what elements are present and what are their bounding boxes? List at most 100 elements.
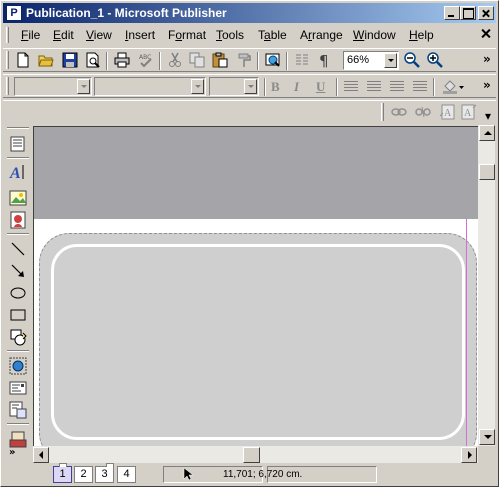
save-icon[interactable] xyxy=(62,52,78,68)
objects-toolbar-grip[interactable] xyxy=(7,127,29,129)
toolbar-separator xyxy=(257,52,259,70)
toolbar-separator xyxy=(264,78,266,96)
columns-icon[interactable] xyxy=(294,52,310,68)
scroll-right-button[interactable] xyxy=(461,447,477,463)
zoom-dropdown-arrow[interactable] xyxy=(384,53,397,68)
scroll-down-button[interactable] xyxy=(479,429,495,445)
objects-separator xyxy=(7,233,29,235)
special-characters-icon[interactable]: ¶ xyxy=(317,52,333,70)
page-tab[interactable]: 2 xyxy=(74,466,93,483)
new-icon[interactable] xyxy=(15,52,31,68)
picture-frame-icon[interactable] xyxy=(9,189,27,207)
objects-more-buttons[interactable]: » xyxy=(3,446,33,463)
page-area[interactable] xyxy=(34,219,478,446)
vertical-scrollbar[interactable] xyxy=(478,125,495,447)
publication-workspace[interactable] xyxy=(33,126,478,446)
menu-table[interactable]: Table xyxy=(258,28,287,42)
menu-window[interactable]: Window xyxy=(353,28,396,42)
publisher-window: P Publication_1 - Microsoft Publisher Fi… xyxy=(0,0,499,487)
align-center-icon[interactable] xyxy=(367,81,381,92)
standard-toolbar-grip[interactable] xyxy=(6,51,9,69)
hot-spot-icon[interactable] xyxy=(9,357,27,375)
font-size-select[interactable] xyxy=(209,77,259,96)
objects-separator xyxy=(7,350,29,352)
fill-color-dropdown-arrow[interactable] xyxy=(458,78,466,94)
page-tab-notch xyxy=(106,463,114,467)
rectangle-icon[interactable] xyxy=(9,306,27,324)
menu-view[interactable]: View xyxy=(86,28,112,42)
rounded-rectangle-shape[interactable] xyxy=(39,233,477,446)
zoom-in-icon[interactable] xyxy=(427,52,443,68)
arrow-icon[interactable] xyxy=(9,262,27,280)
publisher-app-icon[interactable]: P xyxy=(6,5,22,21)
maximize-button[interactable] xyxy=(460,6,476,20)
menu-arrange[interactable]: Arrange xyxy=(300,28,343,42)
format-painter-icon[interactable] xyxy=(236,52,252,68)
next-text-box-icon[interactable]: A xyxy=(461,104,477,120)
previous-text-box-icon[interactable]: A xyxy=(439,104,455,120)
page-tab[interactable]: 3 xyxy=(95,463,114,483)
horizontal-scroll-thumb[interactable] xyxy=(243,447,260,463)
oval-icon[interactable] xyxy=(9,284,27,302)
bold-button[interactable]: B xyxy=(271,79,280,95)
zoom-out-icon[interactable] xyxy=(404,52,420,68)
zoom-value: 66% xyxy=(347,54,370,66)
standard-toolbar: ABC ¶ 66% » xyxy=(3,48,496,72)
menu-help[interactable]: Help xyxy=(409,28,434,42)
clip-organizer-icon[interactable] xyxy=(9,211,27,229)
break-link-icon[interactable] xyxy=(415,104,431,120)
menu-format[interactable]: Format xyxy=(168,28,206,42)
text-box-icon[interactable]: A xyxy=(9,163,27,182)
page-tab-notch xyxy=(59,463,67,467)
print-icon[interactable] xyxy=(114,52,130,68)
horizontal-scrollbar[interactable] xyxy=(33,446,478,463)
objects-more-chevron[interactable]: » xyxy=(9,447,15,458)
title-bar[interactable]: P Publication_1 - Microsoft Publisher xyxy=(3,3,496,23)
create-link-icon[interactable] xyxy=(391,104,407,120)
formatting-options-chevron[interactable]: » xyxy=(483,79,491,91)
svg-text:A: A xyxy=(9,165,21,181)
underline-button[interactable]: U xyxy=(316,79,325,95)
autoshapes-icon[interactable] xyxy=(9,328,27,346)
font-size-dropdown-arrow[interactable] xyxy=(244,79,257,94)
page-tab[interactable]: 1 xyxy=(53,463,72,483)
copy-icon[interactable] xyxy=(189,52,205,68)
html-code-icon[interactable] xyxy=(9,401,27,419)
fill-color-icon[interactable] xyxy=(442,78,458,94)
inner-frame-border xyxy=(51,244,465,440)
cut-icon[interactable] xyxy=(167,52,183,68)
connect-toolbar-grip[interactable] xyxy=(381,103,384,121)
align-right-icon[interactable] xyxy=(390,81,404,92)
italic-button[interactable]: I xyxy=(294,79,299,95)
connect-toolbar-options[interactable]: ▾ xyxy=(485,110,491,122)
vertical-scroll-thumb[interactable] xyxy=(479,164,495,180)
menu-file[interactable]: File xyxy=(21,28,40,42)
menu-insert[interactable]: Insert xyxy=(125,28,155,42)
font-dropdown-arrow[interactable] xyxy=(191,79,204,94)
print-preview-icon[interactable] xyxy=(85,52,101,68)
form-control-icon[interactable] xyxy=(9,379,27,397)
close-button[interactable] xyxy=(478,6,494,20)
open-icon[interactable] xyxy=(38,52,54,68)
close-document-button[interactable] xyxy=(479,27,493,41)
minimize-button[interactable] xyxy=(444,6,460,20)
toolbar-options-chevron[interactable]: » xyxy=(483,53,491,65)
menu-tools[interactable]: Tools xyxy=(216,28,244,42)
style-select[interactable] xyxy=(14,77,92,96)
scroll-left-button[interactable] xyxy=(33,447,49,463)
formatting-toolbar-grip[interactable] xyxy=(6,77,9,95)
font-select[interactable] xyxy=(94,77,206,96)
web-preview-icon[interactable] xyxy=(265,52,281,68)
scroll-up-button[interactable] xyxy=(479,125,495,141)
align-left-icon[interactable] xyxy=(344,81,358,92)
paste-icon[interactable] xyxy=(212,52,228,68)
spelling-icon[interactable]: ABC xyxy=(138,52,154,68)
pointer-icon[interactable] xyxy=(9,135,27,153)
zoom-select[interactable]: 66% xyxy=(343,51,399,70)
justify-icon[interactable] xyxy=(413,81,427,92)
page-tab[interactable]: 4 xyxy=(117,466,136,483)
menu-bar-grip[interactable] xyxy=(6,27,9,43)
style-dropdown-arrow[interactable] xyxy=(77,79,90,94)
line-icon[interactable] xyxy=(9,240,27,258)
menu-edit[interactable]: Edit xyxy=(53,28,74,42)
